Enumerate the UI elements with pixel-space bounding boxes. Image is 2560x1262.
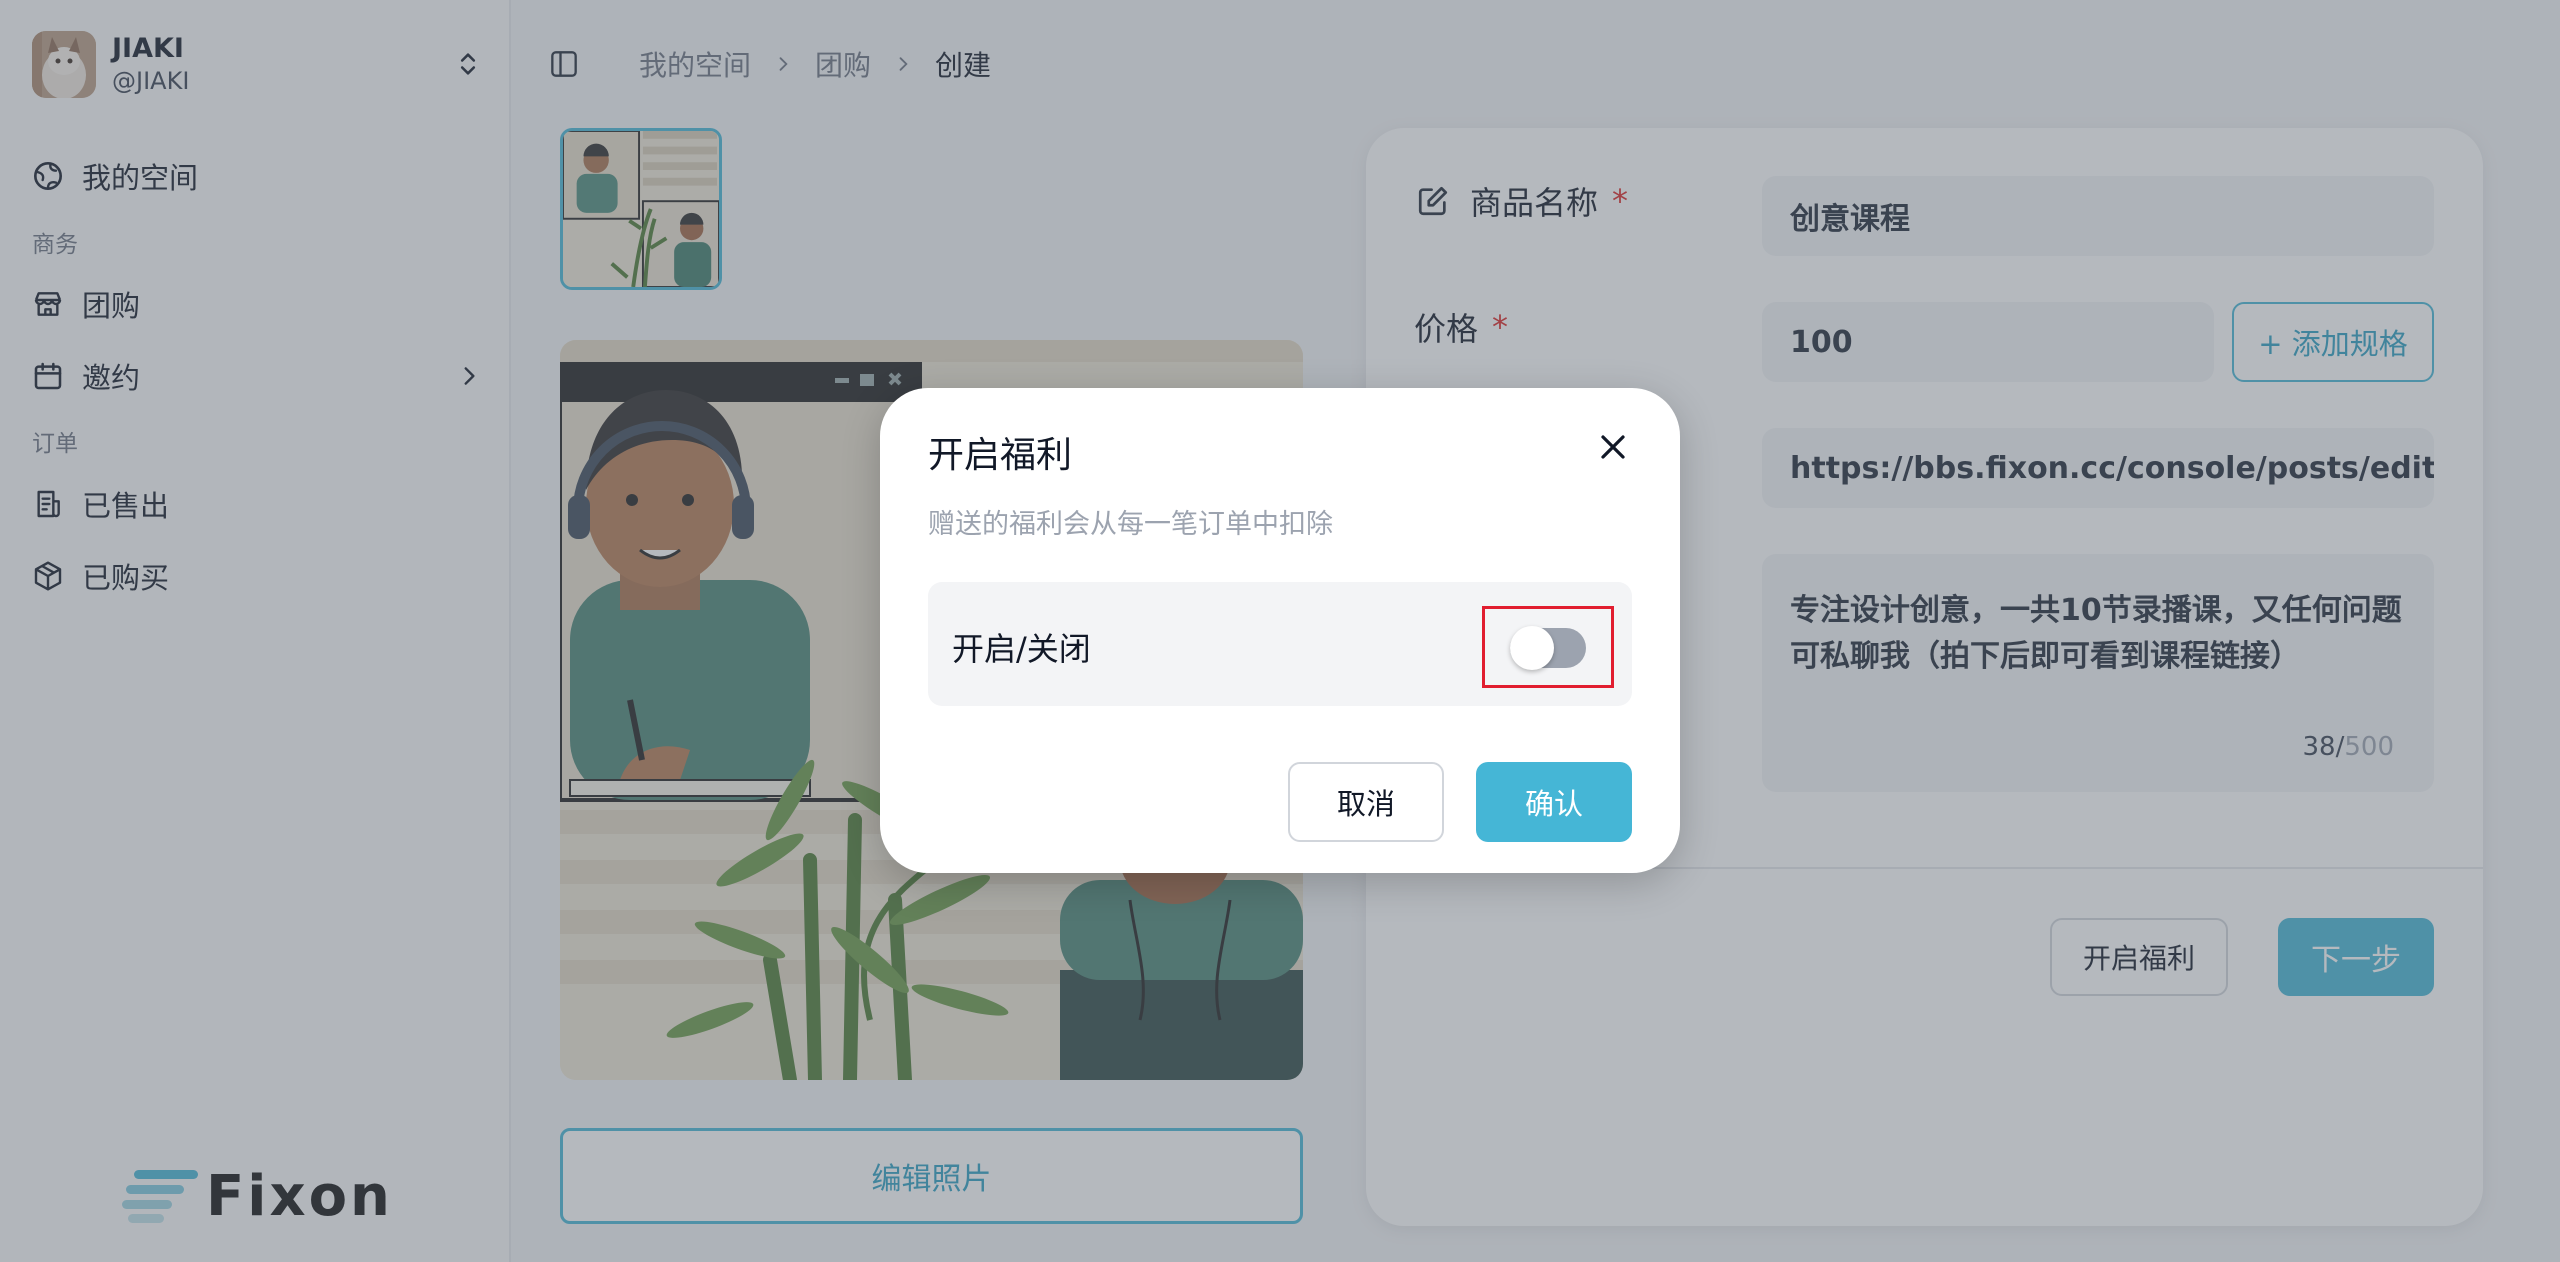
toggle-label: 开启/关闭 [952,630,1091,668]
welfare-modal: 开启福利 赠送的福利会从每一笔订单中扣除 开启/关闭 取消 确认 [880,388,1680,873]
modal-description: 赠送的福利会从每一笔订单中扣除 [928,509,1333,540]
close-icon[interactable] [1598,432,1628,462]
highlight-box [1482,606,1614,688]
welfare-toggle-switch[interactable] [1510,626,1586,670]
cancel-button[interactable]: 取消 [1288,762,1444,842]
toggle-row: 开启/关闭 [928,582,1632,706]
confirm-button[interactable]: 确认 [1476,762,1632,842]
modal-title: 开启福利 [928,435,1073,476]
toggle-knob [1510,626,1554,670]
